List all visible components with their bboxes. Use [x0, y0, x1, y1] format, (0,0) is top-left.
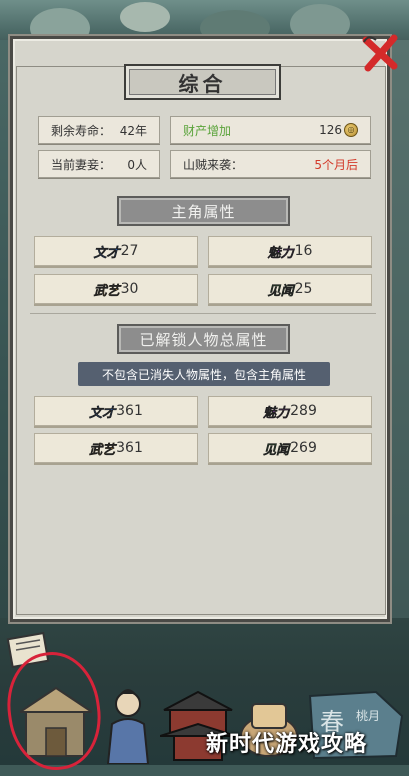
stat-value: 30 — [120, 281, 139, 297]
stat-value: 25 — [294, 281, 313, 297]
section-divider — [30, 313, 376, 314]
charm-badge-icon: 魅力 — [267, 245, 294, 261]
protagonist-stat-literary: 文才 27 — [34, 236, 198, 266]
wealth-label: 财产增加 — [183, 123, 232, 138]
bandit-value: 5个月后 — [314, 157, 358, 172]
watermark-text: 新时代游戏攻略 — [206, 732, 368, 757]
wife-info: 当前妻妾： 0人 — [38, 150, 160, 178]
literary-badge-icon: 文才 — [93, 245, 120, 261]
wife-value: 0人 — [127, 157, 147, 172]
background-scene-right — [389, 40, 409, 640]
lifespan-label: 剩余寿命： — [51, 123, 112, 138]
nav-item-character[interactable] — [98, 684, 158, 765]
protagonist-stat-knowledge: 见闻 25 — [208, 274, 372, 304]
unlocked-stat-knowledge: 见闻 269 — [208, 433, 372, 463]
unlocked-note: 不包含已消失人物属性，包含主角属性 — [78, 362, 330, 386]
bandit-info: 山贼来袭： 5个月后 — [170, 150, 371, 178]
protagonist-stat-charm: 魅力 16 — [208, 236, 372, 266]
martial-badge-icon: 武艺 — [93, 283, 120, 299]
unlocked-stat-martial: 武艺 361 — [34, 433, 198, 463]
wealth-value: 126 — [319, 122, 342, 137]
stat-value: 27 — [120, 243, 139, 259]
knowledge-badge-icon: 见闻 — [263, 442, 290, 458]
literary-badge-icon: 文才 — [89, 405, 116, 421]
lifespan-value: 42年 — [119, 123, 147, 138]
protagonist-stat-martial: 武艺 30 — [34, 274, 198, 304]
lifespan-info: 剩余寿命： 42年 — [38, 116, 160, 144]
wife-label: 当前妻妾： — [51, 157, 112, 172]
stat-value: 361 — [116, 440, 143, 456]
unlocked-stat-literary: 文才 361 — [34, 396, 198, 426]
coin-icon: ◎ — [344, 123, 358, 138]
unlocked-attributes-header: 已解锁人物总属性 — [117, 324, 290, 354]
stat-value: 361 — [116, 403, 143, 419]
charm-badge-icon: 魅力 — [263, 405, 290, 421]
protagonist-attributes-header: 主角属性 — [117, 196, 290, 226]
bandit-label: 山贼来袭： — [183, 157, 244, 172]
stat-value: 289 — [290, 403, 317, 419]
character-icon — [106, 689, 150, 765]
close-x-icon — [362, 34, 398, 72]
close-button[interactable] — [358, 30, 402, 74]
knowledge-badge-icon: 见闻 — [267, 283, 294, 299]
svg-text:桃月: 桃月 — [356, 708, 380, 723]
unlocked-stat-charm: 魅力 289 — [208, 396, 372, 426]
wealth-info: 财产增加 126 ◎ — [170, 116, 371, 144]
martial-badge-icon: 武艺 — [89, 442, 116, 458]
stat-value: 269 — [290, 440, 317, 456]
stat-value: 16 — [294, 243, 313, 259]
panel-title: 综合 — [124, 64, 281, 100]
